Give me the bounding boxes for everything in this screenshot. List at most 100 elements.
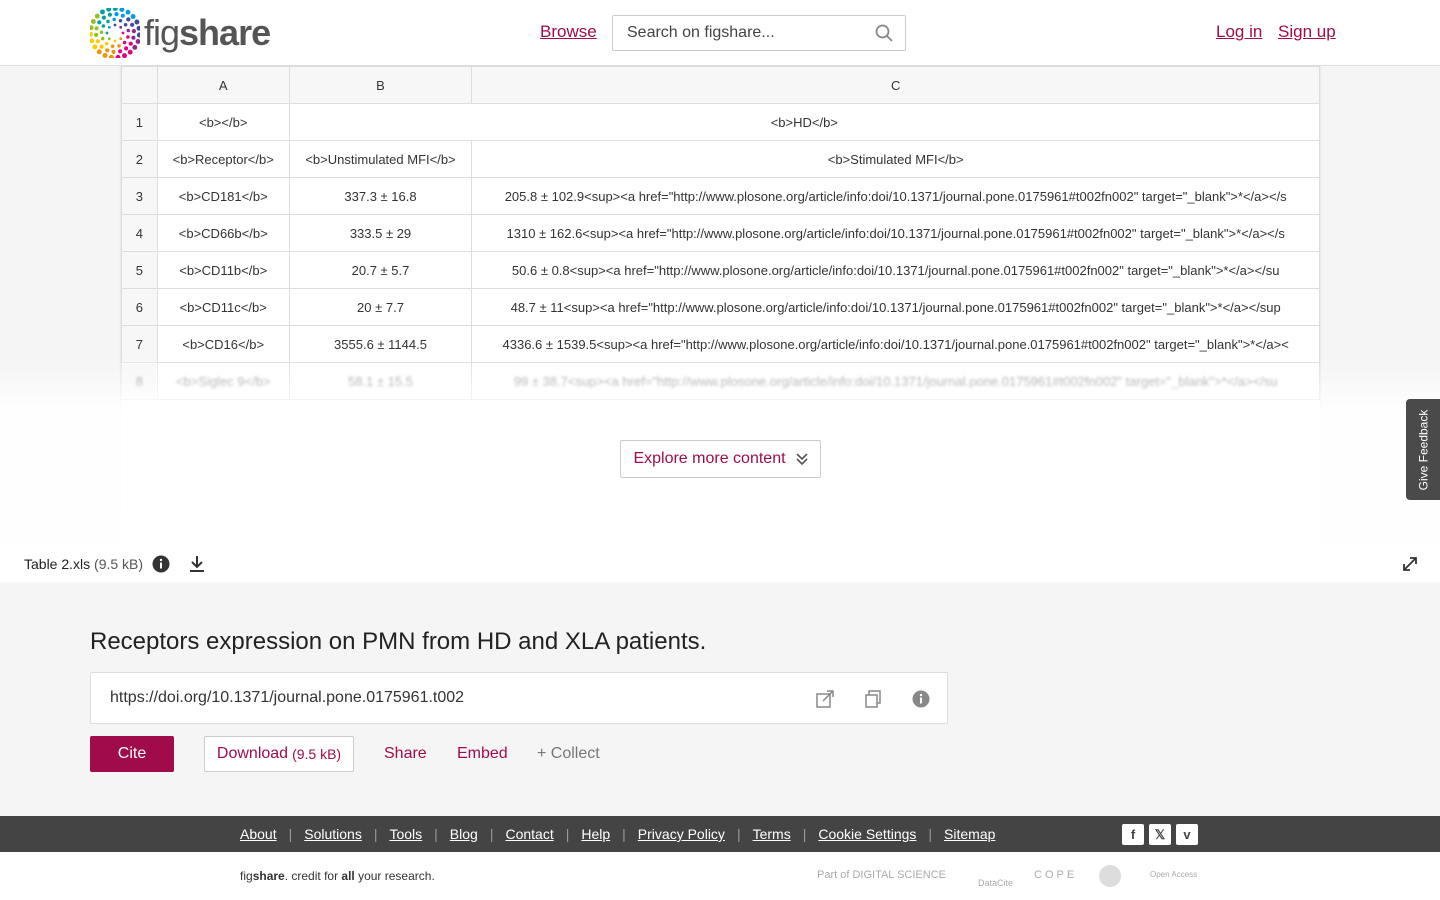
cope-logo[interactable]: COPE	[1034, 869, 1077, 881]
cell-bc-merged[interactable]: <b>HD</b>	[288, 103, 1320, 141]
column-header-b: B	[288, 66, 473, 104]
figshare-logo-icon	[90, 8, 140, 58]
footer-separator: |	[802, 826, 807, 842]
cell-b[interactable]: <b>Unstimulated MFI</b>	[288, 140, 473, 178]
download-size: (9.5 kB)	[292, 746, 342, 762]
corner-cell	[121, 66, 158, 104]
search-input[interactable]	[627, 24, 875, 42]
cell-c[interactable]: 1310 ± 162.6<sup><a href="http://www.plo…	[471, 214, 1320, 252]
row-number[interactable]: 8	[121, 362, 158, 400]
collect-link[interactable]: + Collect	[537, 745, 600, 763]
download-icon[interactable]	[188, 555, 206, 573]
open-access-logo[interactable]: Open Access	[1150, 870, 1197, 879]
x-icon[interactable]: 𝕏	[1149, 824, 1171, 845]
table-row: 6 <b>CD11c</b> 20 ± 7.7 48.7 ± 11<sup><a hr…	[121, 288, 1320, 326]
doi-info-icon[interactable]	[911, 689, 931, 709]
table-row: 5 <b>CD11b</b> 20.7 ± 5.7 50.6 ± 0.8<sup><a…	[121, 251, 1320, 289]
cell-a[interactable]: <b>CD11c</b>	[156, 288, 290, 326]
cell-a[interactable]: <b>CD11b</b>	[156, 251, 290, 289]
cell-c[interactable]: 48.7 ± 11<sup><a href="http://www.ploson…	[471, 288, 1320, 326]
info-icon[interactable]	[152, 555, 170, 573]
row-number[interactable]: 4	[121, 214, 158, 252]
cell-a[interactable]: <b>CD66b</b>	[156, 214, 290, 252]
footer-tagline: figshare. credit for all your research.	[240, 869, 435, 883]
footer-separator: |	[928, 826, 933, 842]
cell-a[interactable]: <b>Receptor</b>	[156, 140, 290, 178]
cell-a[interactable]: <b>CD16</b>	[156, 325, 290, 363]
cell-b[interactable]: 337.3 ± 16.8	[288, 177, 473, 215]
download-label: Download	[216, 745, 289, 762]
give-feedback-tab[interactable]: Give Feedback	[1406, 399, 1440, 500]
footer-separator: |	[736, 826, 741, 842]
datacite-logo[interactable]: DataCite	[978, 878, 1013, 888]
row-number[interactable]: 7	[121, 325, 158, 363]
fullscreen-icon[interactable]	[1401, 555, 1419, 573]
row-number[interactable]: 3	[121, 177, 158, 215]
digital-science-logo[interactable]: Part of DIGITAL SCIENCE	[817, 869, 946, 881]
download-button[interactable]: Download (9.5 kB)	[204, 736, 354, 772]
column-header-c: C	[471, 66, 1320, 104]
file-name: Table 2.xls (9.5 kB)	[24, 556, 144, 572]
file-bar: Table 2.xls (9.5 kB)	[0, 546, 1440, 582]
footer-link-tools[interactable]: Tools	[389, 826, 422, 842]
cell-c[interactable]: 99 ± 38.7<sup><a href="http://www.ploson…	[471, 362, 1320, 400]
footer-bottom: figshare. credit for all your research. …	[0, 852, 1440, 900]
footer-link-cookie-settings[interactable]: Cookie Settings	[818, 826, 916, 842]
footer-separator: |	[565, 826, 570, 842]
cell-c[interactable]: 50.6 ± 0.8<sup><a href="http://www.ploso…	[471, 251, 1320, 289]
figshare-logo[interactable]: figshare	[90, 8, 271, 58]
doi-box: https://doi.org/10.1371/journal.pone.017…	[90, 672, 948, 724]
footer-nav: About | Solutions | Tools | Blog | Contact | Help |…	[0, 816, 1440, 852]
footer-link-blog[interactable]: Blog	[450, 826, 478, 842]
browse-link[interactable]: Browse	[540, 22, 597, 42]
cell-b[interactable]: 20 ± 7.7	[288, 288, 473, 326]
explore-more-label: Explore more content	[633, 450, 786, 467]
footer-link-help[interactable]: Help	[581, 826, 610, 842]
site-header: figshare Browse Log in Sign up	[0, 0, 1440, 66]
search-box	[612, 15, 906, 51]
external-link-icon[interactable]	[815, 689, 835, 709]
cell-a[interactable]: <b>Siglec 9</b>	[156, 362, 290, 400]
cite-button[interactable]: Cite	[90, 736, 174, 772]
footer-link-terms[interactable]: Terms	[753, 826, 791, 842]
login-link[interactable]: Log in	[1216, 22, 1262, 42]
row-number[interactable]: 5	[121, 251, 158, 289]
footer-link-about[interactable]: About	[240, 826, 277, 842]
signup-link[interactable]: Sign up	[1278, 22, 1336, 42]
cell-b[interactable]: 20.7 ± 5.7	[288, 251, 473, 289]
cell-a[interactable]: <b></b>	[156, 103, 290, 141]
table-row: 7 <b>CD16</b> 3555.6 ± 1144.5 4336.6 ± 1539…	[121, 325, 1320, 363]
cell-a[interactable]: <b>CD181</b>	[156, 177, 290, 215]
footer-separator: |	[489, 826, 494, 842]
cell-b[interactable]: 3555.6 ± 1144.5	[288, 325, 473, 363]
cell-b[interactable]: 333.5 ± 29	[288, 214, 473, 252]
row-number[interactable]: 2	[121, 140, 158, 178]
item-details: Receptors expression on PMN from HD and …	[0, 582, 1440, 816]
table-row: 2 <b>Receptor</b> <b>Unstimulated MFI</b> <…	[121, 140, 1320, 178]
doi-link[interactable]: https://doi.org/10.1371/journal.pone.017…	[110, 689, 464, 707]
cell-c[interactable]: <b>Stimulated MFI</b>	[471, 140, 1320, 178]
cell-c[interactable]: 4336.6 ± 1539.5<sup><a href="http://www.…	[471, 325, 1320, 363]
vimeo-icon[interactable]: v	[1176, 824, 1198, 845]
search-icon[interactable]	[875, 24, 893, 42]
cell-c[interactable]: 205.8 ± 102.9<sup><a href="http://www.pl…	[471, 177, 1320, 215]
file-size: (9.5 kB)	[94, 556, 144, 572]
explore-more-button[interactable]: Explore more content	[620, 440, 821, 478]
footer-link-sitemap[interactable]: Sitemap	[944, 826, 995, 842]
footer-link-solutions[interactable]: Solutions	[304, 826, 362, 842]
footer-links: About | Solutions | Tools | Blog | Contact | Help |…	[240, 826, 995, 842]
row-number[interactable]: 1	[121, 103, 158, 141]
share-link[interactable]: Share	[384, 745, 427, 763]
footer-link-privacy-policy[interactable]: Privacy Policy	[638, 826, 725, 842]
table-row: 4 <b>CD66b</b> 333.5 ± 29 1310 ± 162.6<sup>…	[121, 214, 1320, 252]
column-header-a: A	[156, 66, 290, 104]
copy-icon[interactable]	[863, 689, 883, 709]
cell-b[interactable]: 58.1 ± 15.5	[288, 362, 473, 400]
embed-link[interactable]: Embed	[457, 745, 508, 763]
partner-seal-icon[interactable]	[1098, 864, 1122, 888]
footer-link-contact[interactable]: Contact	[505, 826, 553, 842]
table-row: 3 <b>CD181</b> 337.3 ± 16.8 205.8 ± 102.9<s…	[121, 177, 1320, 215]
row-number[interactable]: 6	[121, 288, 158, 326]
facebook-icon[interactable]: f	[1122, 824, 1144, 845]
item-title: Receptors expression on PMN from HD and …	[90, 628, 707, 655]
